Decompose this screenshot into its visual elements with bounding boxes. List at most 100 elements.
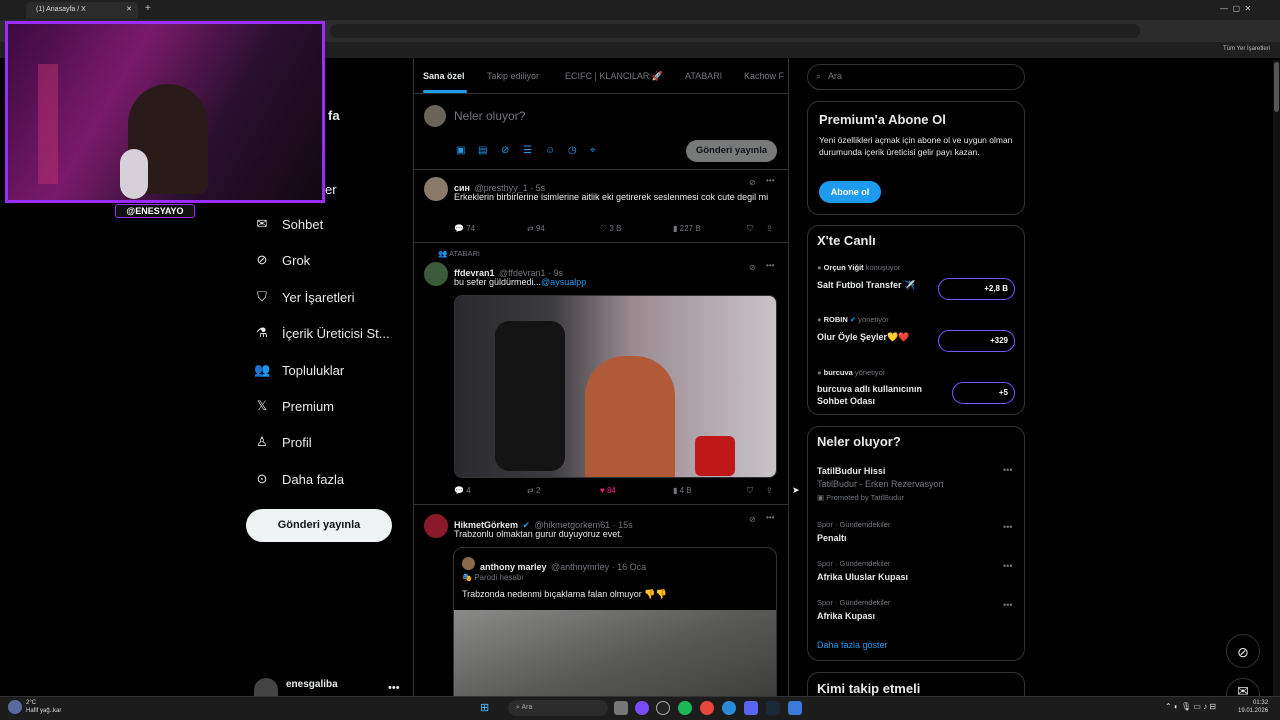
show-more-link[interactable]: Daha fazla göster (817, 640, 888, 650)
url-field[interactable] (330, 24, 1140, 38)
live-title: X'te Canlı (817, 233, 876, 248)
compose-post-button[interactable]: Gönderi yayınla (686, 140, 777, 162)
tab-atabari[interactable]: ATABARI (685, 71, 722, 81)
github-icon[interactable] (656, 701, 670, 715)
tab-ecifc[interactable]: ECIFC | KLANCILAR 🚀 (565, 71, 663, 82)
live-host[interactable]: ● burcuva yönetiyor (817, 368, 885, 377)
space-title[interactable]: burcuva adlı kullanıcının Sohbet Odası (817, 383, 935, 407)
location-icon[interactable]: ⌖ (590, 145, 596, 156)
more-icon[interactable]: ••• (1003, 465, 1012, 475)
account-avatar[interactable] (254, 678, 278, 696)
share-icon[interactable]: ⇪ (766, 224, 773, 233)
compose-input[interactable]: Neler oluyor? (454, 109, 525, 123)
grok-icon[interactable]: ⊘ (749, 178, 756, 187)
subscribe-button[interactable]: Abone ol (819, 181, 881, 203)
poll-icon[interactable]: ☰ (523, 145, 532, 156)
system-tray[interactable]: ⌃ ◐ 🎙 ▭ ♪ ⊟ (1165, 702, 1216, 711)
image-icon[interactable]: ▣ (456, 145, 465, 156)
bookmark-icon[interactable]: ⛉ (747, 224, 753, 234)
space-title[interactable]: Salt Futbol Transfer ✈️ (817, 279, 935, 291)
live-host[interactable]: ● ROBIN ✔ yönetiyor (817, 315, 889, 324)
weather-widget[interactable]: 2°C Hafif yağ..kar (26, 699, 61, 715)
sidebar-post-button[interactable]: Gönderi yayınla (246, 509, 392, 542)
views-button[interactable]: ▮ 227 B (673, 224, 701, 233)
emoji-icon[interactable]: ☺ (545, 145, 555, 156)
bookmark-icon[interactable]: ⛉ (747, 486, 753, 496)
taskbar-search[interactable]: ⌕ Ara (508, 700, 608, 716)
scrollbar-thumb[interactable] (1274, 62, 1279, 112)
trend-name[interactable]: TatilBudur Hissi (817, 466, 885, 476)
steam-icon[interactable] (766, 701, 780, 715)
quote-image[interactable] (454, 610, 776, 706)
new-tab-icon[interactable]: + (145, 3, 151, 14)
spotify-icon[interactable] (678, 701, 692, 715)
page-scrollbar[interactable] (1273, 60, 1280, 696)
more-icon[interactable]: ••• (388, 682, 400, 694)
premium-title: Premium'a Abone Ol (819, 112, 946, 127)
reply-button[interactable]: 💬 4 (454, 486, 471, 495)
tweet-video[interactable] (454, 295, 777, 478)
tab-kachow[interactable]: Kachow F (744, 71, 788, 81)
space-listeners[interactable]: +329 (938, 330, 1015, 352)
more-icon[interactable]: ••• (1003, 561, 1012, 571)
live-host[interactable]: ● Orçun Yiğit konuşuyor (817, 263, 900, 272)
views-button[interactable]: ▮ 4 B (673, 486, 692, 495)
sidebar-notifications-partial[interactable]: er (325, 182, 337, 197)
tab-following[interactable]: Takip ediliyor (487, 71, 539, 81)
close-icon[interactable]: ✕ (126, 5, 132, 13)
repost-button[interactable]: ⇄ 94 (527, 224, 545, 233)
browser-tab[interactable]: (1) Anasayfa / X ✕ (26, 2, 138, 19)
more-icon[interactable]: ••• (1003, 600, 1012, 610)
tweet-avatar[interactable] (424, 177, 448, 201)
gif-icon[interactable]: ▤ (478, 145, 487, 156)
repost-button[interactable]: ⇄ 2 (527, 486, 540, 495)
more-icon[interactable]: ••• (1003, 522, 1012, 532)
like-button[interactable]: ♡ 3 B (600, 224, 621, 233)
app-icon[interactable] (635, 701, 649, 715)
tweet-avatar[interactable] (424, 514, 448, 538)
grok-icon[interactable]: ⊘ (749, 515, 756, 524)
trend-name[interactable]: Afrika Uluslar Kupası (817, 572, 908, 582)
trend-name[interactable]: Penaltı (817, 533, 847, 543)
messages-icon[interactable]: ✉ (1226, 678, 1260, 699)
discord-icon[interactable] (744, 701, 758, 715)
chrome-icon[interactable] (700, 701, 714, 715)
window-controls[interactable]: — ▢ ✕ (1220, 4, 1251, 13)
schedule-icon[interactable]: ◷ (568, 145, 577, 156)
sidebar-item-premium[interactable]: 𝕏 Premium (254, 395, 334, 417)
more-icon[interactable]: ••• (766, 261, 774, 270)
sidebar-item-creator-studio[interactable]: ⚗ İçerik Üreticisi St... (254, 322, 389, 344)
trend-name[interactable]: Afrika Kupası (817, 611, 875, 621)
more-icon[interactable]: ••• (766, 513, 774, 522)
grok-icon[interactable]: ⊘ (501, 145, 509, 156)
more-icon[interactable]: ••• (766, 176, 774, 185)
sidebar-home-partial[interactable]: fa (328, 108, 340, 123)
windows-start-icon[interactable]: ⊞ (480, 701, 489, 714)
space-listeners[interactable]: +5 (952, 382, 1015, 404)
sidebar-item-chat[interactable]: ✉ Sohbet (254, 213, 324, 235)
tweet-avatar[interactable] (424, 262, 448, 286)
sidebar-item-bookmarks[interactable]: ⛉ Yer İşaretleri (254, 286, 354, 308)
tab-for-you[interactable]: Sana özel (423, 71, 465, 81)
file-explorer-icon[interactable] (614, 701, 628, 715)
sidebar-item-communities[interactable]: 👥 Topluluklar (254, 359, 344, 381)
like-button[interactable]: ♥ 84 (600, 486, 616, 495)
space-title[interactable]: Olur Öyle Şeyler💛❤️ (817, 331, 935, 343)
grok-icon[interactable]: ⊘ (749, 263, 756, 272)
quote-tweet[interactable]: anthony marley @anthnymrley · 16 Oca 🎭 P… (453, 547, 777, 707)
sidebar-item-more[interactable]: ⊙ Daha fazla (254, 468, 345, 490)
community-context[interactable]: 👥 ATABARI (438, 249, 480, 258)
all-bookmarks-label[interactable]: Tüm Yer İşaretleri (1223, 46, 1270, 52)
grok-icon[interactable]: ⊘ (1226, 634, 1260, 668)
sidebar-item-profile[interactable]: ♙ Profil (254, 431, 311, 453)
account-name[interactable]: enesgaliba (286, 679, 338, 690)
share-icon[interactable]: ⇪ (766, 486, 773, 495)
app-icon[interactable] (788, 701, 802, 715)
reply-button[interactable]: 💬 74 (454, 224, 475, 233)
space-listeners[interactable]: +2,8 B (938, 278, 1015, 300)
taskbar-clock[interactable]: 01:32 19.01.2026 (1238, 699, 1268, 715)
mention-link[interactable]: @aysualpp (541, 277, 586, 287)
tweet-text: Erkeklerin birbirlerine isimlerine aitli… (454, 192, 769, 202)
sidebar-item-grok[interactable]: ⊘ Grok (254, 249, 311, 271)
edge-icon[interactable] (722, 701, 736, 715)
